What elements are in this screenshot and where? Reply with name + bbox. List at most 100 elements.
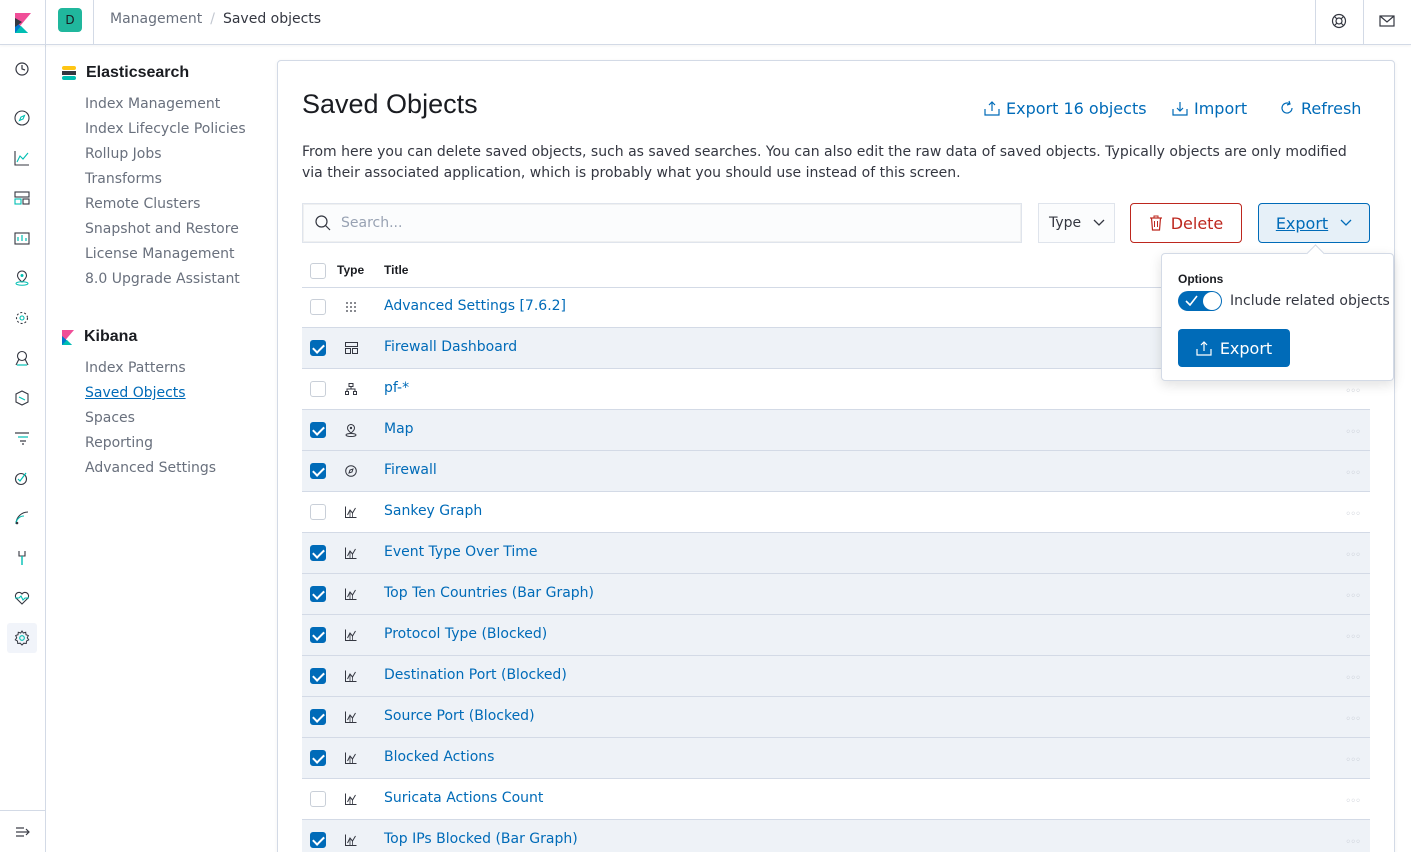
select-all-checkbox[interactable] [310,263,326,279]
row-checkbox[interactable] [310,627,326,643]
dev-tools-icon[interactable] [7,543,37,573]
column-type[interactable]: Type [337,263,364,277]
top-header: D Management / Saved objects [0,0,1411,45]
row-checkbox[interactable] [310,381,326,397]
breadcrumb-saved-objects: Saved objects [222,11,322,27]
sidenav-item-advanced-settings[interactable]: Advanced Settings [85,459,216,484]
row-title-link[interactable]: Top Ten Countries (Bar Graph) [384,585,594,601]
row-actions-icon[interactable]: ◦◦◦ [1345,755,1361,766]
metrics-icon[interactable] [7,503,37,533]
row-checkbox[interactable] [310,586,326,602]
recent-icon[interactable] [7,54,37,84]
sidenav-item-index-management[interactable]: Index Management [85,95,246,120]
row-title-link[interactable]: Source Port (Blocked) [384,708,535,724]
sidenav-item-index-lifecycle-policies[interactable]: Index Lifecycle Policies [85,120,246,145]
maps-icon[interactable] [7,263,37,293]
visualize-icon [344,710,358,724]
row-checkbox[interactable] [310,709,326,725]
dock-navigation-icon[interactable] [0,810,46,852]
row-title-link[interactable]: Protocol Type (Blocked) [384,626,547,642]
table-row: Suricata Actions Count ◦◦◦ [302,779,1370,820]
row-actions-icon[interactable]: ◦◦◦ [1345,509,1361,520]
export-confirm-button[interactable]: Export [1178,329,1290,367]
logs-icon[interactable] [7,383,37,413]
sidenav-item-saved-objects[interactable]: Saved Objects [85,384,216,409]
table-row: Top Ten Countries (Bar Graph) ◦◦◦ [302,574,1370,615]
row-title-link[interactable]: Suricata Actions Count [384,790,543,806]
help-icon[interactable] [1329,11,1349,31]
visualize-icon [344,792,358,806]
row-title-link[interactable]: Sankey Graph [384,503,482,519]
row-checkbox[interactable] [310,750,326,766]
page-description: From here you can delete saved objects, … [302,144,1347,181]
siem-icon[interactable] [7,343,37,373]
sidenav-item-spaces[interactable]: Spaces [85,409,216,434]
row-actions-icon[interactable]: ◦◦◦ [1345,550,1361,561]
row-actions-icon[interactable]: ◦◦◦ [1345,714,1361,725]
row-title-link[interactable]: Advanced Settings [7.6.2] [384,298,566,314]
sidenav-item-rollup-jobs[interactable]: Rollup Jobs [85,145,246,170]
uptime-icon[interactable] [7,463,37,493]
import-button[interactable]: Import [1172,97,1247,119]
ml-icon[interactable] [7,303,37,333]
delete-button[interactable]: Delete [1130,203,1242,243]
search-field[interactable] [302,203,1022,243]
switch-knob [1203,292,1221,310]
row-title-link[interactable]: Top IPs Blocked (Bar Graph) [384,831,578,847]
breadcrumb-management[interactable]: Management [110,11,202,27]
row-checkbox[interactable] [310,668,326,684]
export-all-button[interactable]: Export 16 objects [984,97,1147,119]
newsfeed-mail-icon[interactable] [1377,11,1397,31]
row-checkbox[interactable] [310,340,326,356]
column-title[interactable]: Title [384,263,408,277]
row-title-link[interactable]: Destination Port (Blocked) [384,667,567,683]
import-label: Import [1194,98,1248,118]
monitoring-icon[interactable] [7,583,37,613]
apm-icon[interactable] [7,423,37,453]
management-gear-icon[interactable] [7,623,37,653]
include-related-switch[interactable] [1178,291,1222,311]
sidenav-item-upgrade-assistant[interactable]: 8.0 Upgrade Assistant [85,270,246,295]
visualize-icon[interactable] [7,143,37,173]
row-checkbox[interactable] [310,463,326,479]
sidenav-item-license-management[interactable]: License Management [85,245,246,270]
row-title-link[interactable]: Firewall Dashboard [384,339,517,355]
row-title-link[interactable]: Event Type Over Time [384,544,538,560]
refresh-button[interactable]: Refresh [1279,97,1361,119]
row-actions-icon[interactable]: ◦◦◦ [1345,468,1361,479]
row-actions-icon[interactable]: ◦◦◦ [1345,591,1361,602]
kibana-logo[interactable] [0,0,46,45]
dashboard-icon[interactable] [7,183,37,213]
sidenav-item-snapshot-restore[interactable]: Snapshot and Restore [85,220,246,245]
sidenav-item-reporting[interactable]: Reporting [85,434,216,459]
row-title-link[interactable]: pf-* [384,380,409,396]
sidenav-item-transforms[interactable]: Transforms [85,170,246,195]
row-actions-icon[interactable]: ◦◦◦ [1345,632,1361,643]
space-avatar[interactable]: D [58,8,82,32]
export-selected-button[interactable]: Export [1258,203,1370,243]
search-input[interactable] [341,215,981,231]
row-checkbox[interactable] [310,832,326,848]
row-checkbox[interactable] [310,422,326,438]
row-title-link[interactable]: Map [384,421,414,437]
dashboard-icon [344,341,358,355]
row-title-link[interactable]: Firewall [384,462,437,478]
row-checkbox[interactable] [310,545,326,561]
row-title-link[interactable]: Blocked Actions [384,749,494,765]
canvas-icon[interactable] [7,223,37,253]
sidenav-item-index-patterns[interactable]: Index Patterns [85,359,216,384]
row-checkbox[interactable] [310,504,326,520]
row-actions-icon[interactable]: ◦◦◦ [1345,386,1361,397]
row-checkbox[interactable] [310,299,326,315]
row-actions-icon[interactable]: ◦◦◦ [1345,427,1361,438]
type-filter-button[interactable]: Type [1038,203,1115,243]
row-actions-icon[interactable]: ◦◦◦ [1345,673,1361,684]
discover-icon[interactable] [7,103,37,133]
sidenav-item-remote-clusters[interactable]: Remote Clusters [85,195,246,220]
export-all-label: Export 16 objects [1006,98,1147,118]
include-related-label[interactable]: Include related objects [1230,293,1390,309]
row-actions-icon[interactable]: ◦◦◦ [1345,837,1361,848]
row-checkbox[interactable] [310,791,326,807]
table-row: Event Type Over Time ◦◦◦ [302,533,1370,574]
row-actions-icon[interactable]: ◦◦◦ [1345,796,1361,807]
